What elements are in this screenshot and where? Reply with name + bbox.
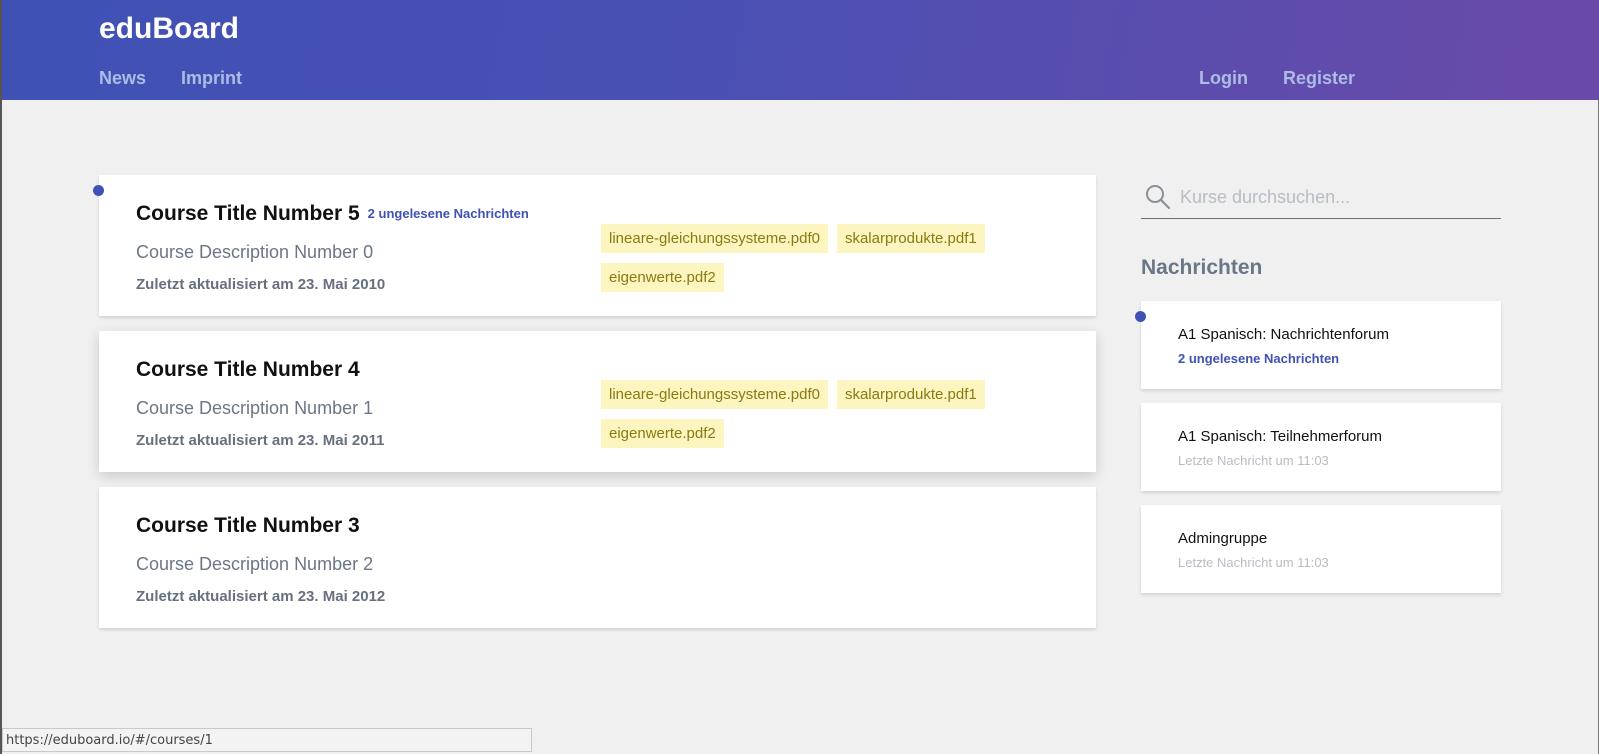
nav-register[interactable]: Register [1283, 68, 1355, 89]
course-card[interactable]: Course Title Number 5 2 ungelesene Nachri… [99, 175, 1096, 316]
course-search [1141, 178, 1502, 219]
course-file-tags: lineare-gleichungssysteme.pdf0 skalarpro… [601, 224, 1021, 292]
nav-login[interactable]: Login [1199, 68, 1248, 89]
course-file-tags: lineare-gleichungssysteme.pdf0 skalarpro… [601, 380, 1021, 448]
nav-imprint[interactable]: Imprint [181, 68, 242, 89]
message-card[interactable]: A1 Spanisch: Teilnehmerforum Letzte Nach… [1141, 403, 1501, 491]
course-title-row: Course Title Number 5 2 ungelesene Nachri… [136, 202, 529, 226]
course-last-updated: Zuletzt aktualisiert am 23. Mai 2010 [136, 276, 386, 293]
message-unread-count: 2 ungelesene Nachrichten [1178, 351, 1340, 366]
file-tag[interactable]: skalarprodukte.pdf1 [836, 380, 985, 409]
file-tag[interactable]: eigenwerte.pdf2 [601, 419, 724, 448]
course-title: Course Title Number 5 [136, 202, 360, 225]
file-tag[interactable]: skalarprodukte.pdf1 [836, 224, 985, 253]
message-title: A1 Spanisch: Teilnehmerforum [1178, 428, 1382, 445]
course-title: Course Title Number 3 [136, 514, 360, 537]
message-title: A1 Spanisch: Nachrichtenforum [1178, 326, 1389, 343]
course-description: Course Description Number 0 [136, 242, 374, 262]
unread-indicator-dot [1135, 311, 1146, 322]
file-tag[interactable]: eigenwerte.pdf2 [601, 263, 724, 292]
message-card[interactable]: Admingruppe Letzte Nachricht um 11:03 [1141, 505, 1501, 593]
course-title: Course Title Number 4 [136, 358, 360, 381]
course-description: Course Description Number 1 [136, 398, 374, 418]
window-border-left [0, 0, 2, 754]
search-icon [1146, 185, 1171, 210]
message-last-time: Letzte Nachricht um 11:03 [1178, 453, 1329, 468]
unread-indicator-dot [93, 185, 104, 196]
status-bar-url: https://eduboard.io/#/courses/1 [2, 728, 532, 752]
nav-news[interactable]: News [99, 68, 146, 89]
unread-count-badge: 2 ungelesene Nachrichten [367, 206, 529, 221]
messages-heading: Nachrichten [1141, 256, 1263, 279]
message-title: Admingruppe [1178, 530, 1268, 547]
course-card[interactable]: Course Title Number 3 Course Description… [99, 487, 1096, 628]
course-card[interactable]: Course Title Number 4 Course Description… [99, 331, 1096, 472]
course-description: Course Description Number 2 [136, 554, 374, 574]
file-tag[interactable]: lineare-gleichungssysteme.pdf0 [601, 224, 828, 253]
file-tag[interactable]: lineare-gleichungssysteme.pdf0 [601, 380, 828, 409]
brand-logo[interactable]: eduBoard [99, 12, 239, 46]
message-last-time: Letzte Nachricht um 11:03 [1178, 555, 1329, 570]
course-last-updated: Zuletzt aktualisiert am 23. Mai 2011 [136, 432, 385, 449]
top-header: eduBoard News Imprint Login Register [2, 0, 1599, 100]
message-card[interactable]: A1 Spanisch: Nachrichtenforum 2 ungelese… [1141, 301, 1501, 389]
search-input[interactable] [1178, 182, 1502, 212]
course-last-updated: Zuletzt aktualisiert am 23. Mai 2012 [136, 588, 386, 605]
